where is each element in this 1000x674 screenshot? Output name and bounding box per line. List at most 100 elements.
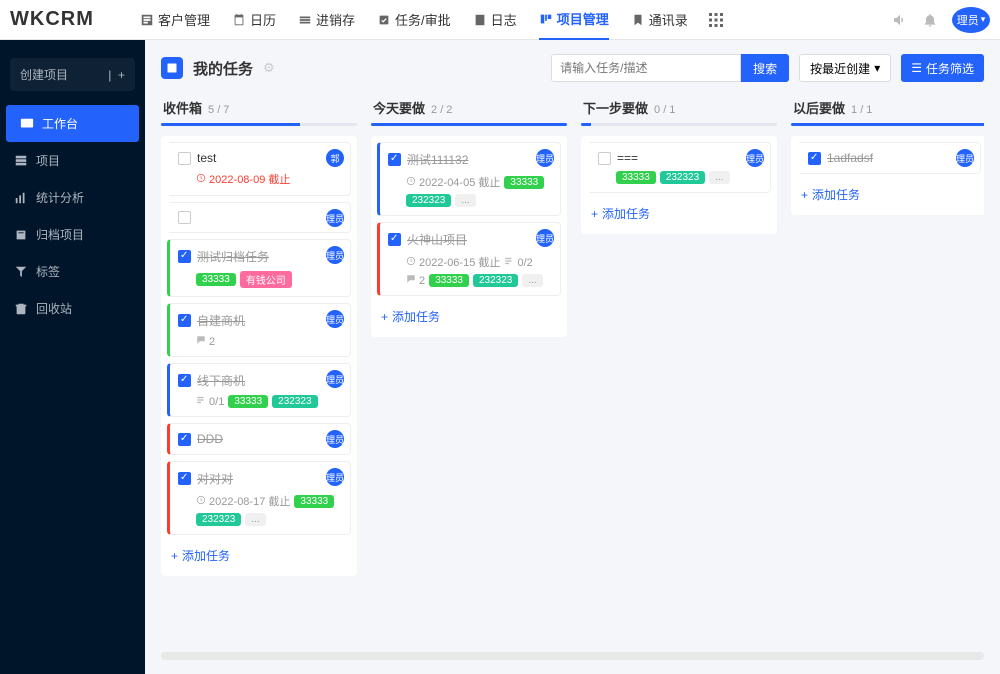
task-card[interactable]: DDD 理员 (167, 423, 351, 455)
main: 我的任务 ⚙ 搜索 按最近创建▾ ☰任务筛选 收件箱5 / 7 test 郭 2… (145, 40, 1000, 674)
column-3: 以后要做1 / 1 1adfadsf 理员 + 添加任务 (791, 94, 984, 636)
tag: ... (245, 513, 265, 526)
task-card[interactable]: 测试111132 理员 2022-04-05 截止33333232323... (377, 142, 561, 216)
task-card[interactable]: 自建商机 理员 2 (167, 303, 351, 357)
nav-item-2[interactable]: 进销存 (298, 0, 355, 39)
add-task-button[interactable]: + 添加任务 (797, 180, 981, 209)
checkbox[interactable] (178, 250, 191, 263)
tag: ... (522, 274, 542, 287)
add-task-button[interactable]: + 添加任务 (587, 199, 771, 228)
sidebar-item-1[interactable]: 项目 (0, 142, 145, 179)
assignee-avatar: 理员 (956, 149, 974, 167)
card-title: 火神山项目 (407, 231, 467, 248)
column-header: 下一步要做0 / 1 (581, 94, 777, 123)
tag: 33333 (504, 176, 544, 189)
create-project-button[interactable]: 创建项目 | + (10, 58, 135, 91)
checkbox[interactable] (178, 472, 191, 485)
title-icon (161, 57, 183, 79)
assignee-avatar: 理员 (536, 229, 554, 247)
task-card[interactable]: test 郭 2022-08-09 截止 (167, 142, 351, 196)
task-card[interactable]: 1adfadsf 理员 (797, 142, 981, 174)
sidebar-item-4[interactable]: 标签 (0, 253, 145, 290)
column-progress (581, 123, 777, 126)
column-progress (161, 123, 357, 126)
checkbox[interactable] (808, 152, 821, 165)
apps-icon[interactable] (708, 12, 724, 28)
column-progress (791, 123, 984, 126)
search-input[interactable] (551, 54, 741, 82)
sound-icon[interactable] (892, 12, 908, 28)
tag: 33333 (196, 273, 236, 286)
checkbox[interactable] (388, 233, 401, 246)
task-card[interactable]: 对对对 理员 2022-08-17 截止33333232323... (167, 461, 351, 535)
column-header: 收件箱5 / 7 (161, 94, 357, 123)
tag: 232323 (272, 395, 317, 408)
column-header: 今天要做2 / 2 (371, 94, 567, 123)
tag: 有钱公司 (240, 271, 292, 288)
nav-item-1[interactable]: 日历 (232, 0, 276, 39)
tag: 33333 (616, 171, 656, 184)
sort-button[interactable]: 按最近创建▾ (799, 54, 891, 82)
assignee-avatar: 理员 (326, 209, 344, 227)
sidebar-item-2[interactable]: 统计分析 (0, 179, 145, 216)
kanban-board: 收件箱5 / 7 test 郭 2022-08-09 截止 理员 测试归档任务 … (161, 94, 984, 646)
checkbox[interactable] (178, 152, 191, 165)
column-2: 下一步要做0 / 1 === 理员 33333232323... + 添加任务 (581, 94, 777, 636)
bell-icon[interactable] (922, 12, 938, 28)
card-title: === (617, 151, 638, 165)
gear-icon[interactable]: ⚙ (263, 60, 275, 76)
header-right: 理员▾ (892, 7, 990, 33)
task-card[interactable]: 线下商机 理员 0/133333232323 (167, 363, 351, 417)
checkbox[interactable] (178, 433, 191, 446)
tag: 232323 (473, 274, 518, 287)
nav-item-4[interactable]: 日志 (473, 0, 517, 39)
card-title: 对对对 (197, 470, 233, 487)
assignee-avatar: 理员 (326, 468, 344, 486)
tag: 232323 (196, 513, 241, 526)
nav-item-3[interactable]: 任务/审批 (377, 0, 451, 39)
checkbox[interactable] (178, 314, 191, 327)
nav-item-5[interactable]: 项目管理 (539, 0, 609, 40)
card-title: 自建商机 (197, 312, 245, 329)
add-task-button[interactable]: + 添加任务 (377, 302, 561, 331)
sidebar-item-0[interactable]: 工作台 (6, 105, 139, 142)
nav-item-6[interactable]: 通讯录 (631, 0, 688, 39)
assignee-avatar: 理员 (326, 370, 344, 388)
column-0: 收件箱5 / 7 test 郭 2022-08-09 截止 理员 测试归档任务 … (161, 94, 357, 636)
filter-button[interactable]: ☰任务筛选 (901, 54, 984, 82)
tag: 33333 (294, 495, 334, 508)
column-1: 今天要做2 / 2 测试111132 理员 2022-04-05 截止33333… (371, 94, 567, 636)
page-title: 我的任务 (193, 58, 253, 79)
search-button[interactable]: 搜索 (741, 54, 789, 82)
assignee-avatar: 理员 (326, 310, 344, 328)
checkbox[interactable] (388, 153, 401, 166)
checkbox[interactable] (598, 152, 611, 165)
card-title: 测试111132 (407, 151, 468, 168)
tag: 232323 (660, 171, 705, 184)
task-card[interactable]: 测试归档任务 理员 33333有钱公司 (167, 239, 351, 297)
tag: 33333 (228, 395, 268, 408)
sidebar-item-5[interactable]: 回收站 (0, 290, 145, 327)
assignee-avatar: 理员 (536, 149, 554, 167)
sidebar: 创建项目 | + 工作台项目统计分析归档项目标签回收站 (0, 40, 145, 674)
card-title: 线下商机 (197, 372, 245, 389)
nav-item-0[interactable]: 客户管理 (140, 0, 210, 39)
checkbox[interactable] (178, 211, 191, 224)
card-title: 测试归档任务 (197, 248, 269, 265)
scrollbar[interactable] (161, 652, 984, 660)
column-progress (371, 123, 567, 126)
task-card[interactable]: 理员 (167, 202, 351, 233)
task-card[interactable]: 火神山项目 理员 2022-06-15 截止 0/2 233333232323.… (377, 222, 561, 296)
sidebar-item-3[interactable]: 归档项目 (0, 216, 145, 253)
add-task-button[interactable]: + 添加任务 (167, 541, 351, 570)
tag: 33333 (429, 274, 469, 287)
header: WKCRM 客户管理日历进销存任务/审批日志项目管理通讯录 理员▾ (0, 0, 1000, 40)
task-card[interactable]: === 理员 33333232323... (587, 142, 771, 193)
column-header: 以后要做1 / 1 (791, 94, 984, 123)
user-avatar[interactable]: 理员▾ (952, 7, 990, 33)
checkbox[interactable] (178, 374, 191, 387)
assignee-avatar: 理员 (326, 430, 344, 448)
card-title: test (197, 151, 216, 165)
top-bar: 我的任务 ⚙ 搜索 按最近创建▾ ☰任务筛选 (161, 54, 984, 82)
tag: ... (455, 194, 475, 207)
